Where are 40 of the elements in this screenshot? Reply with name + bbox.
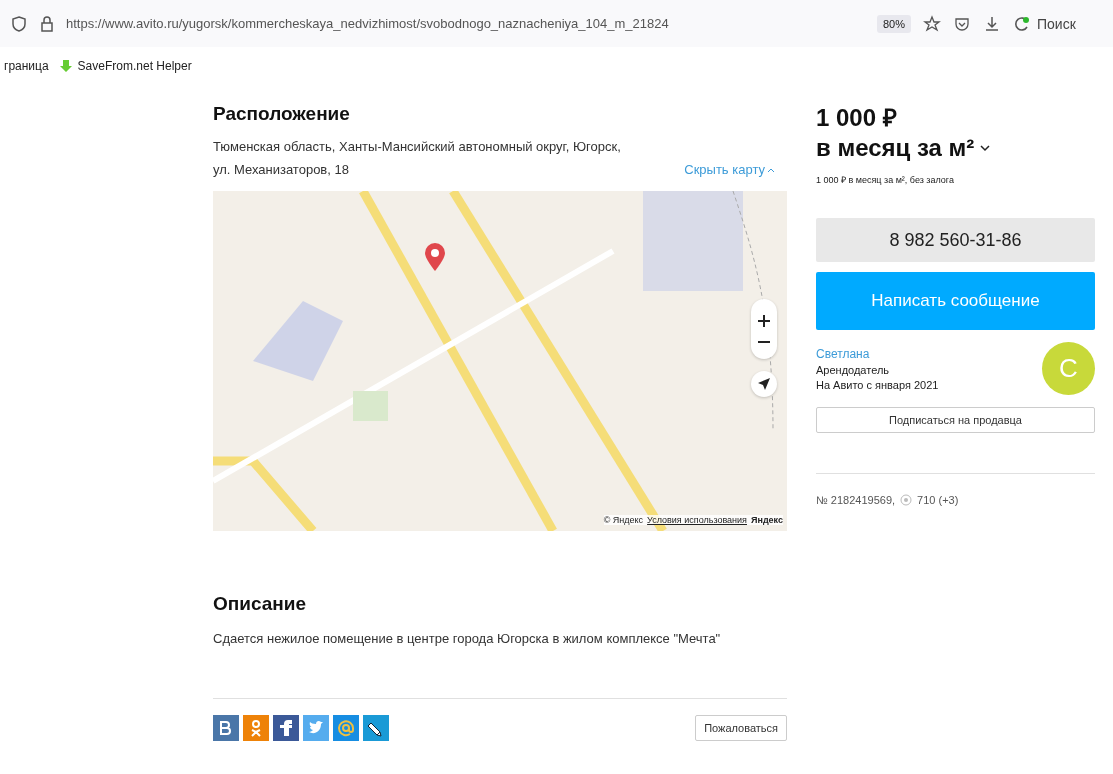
download-icon[interactable] (983, 14, 1001, 33)
seller-since: На Авито с января 2021 (816, 378, 939, 391)
zoom-control[interactable] (751, 299, 777, 359)
bookmark-item[interactable]: граница (4, 59, 49, 73)
phone-button[interactable]: 8 982 560-31-86 (816, 218, 1095, 262)
arrow-down-icon (58, 59, 73, 73)
lock-icon (38, 14, 56, 33)
map-attribution: © Яндекс (603, 515, 644, 525)
price-note: 1 000 ₽ в месяц за м², без залога (816, 174, 955, 186)
search-icon (1013, 14, 1031, 33)
letter-f-icon (277, 719, 295, 737)
zoom-out-icon[interactable] (757, 340, 771, 344)
seller-role: Арендодатель (816, 363, 891, 376)
address-text: ул. Механизаторов, 18 (213, 162, 350, 177)
view-count: 710 (+3) (917, 494, 959, 506)
bookmark-item[interactable]: SaveFrom.net Helper (58, 59, 192, 73)
location-pin-icon (425, 243, 445, 271)
subscribe-button[interactable]: Подписаться на продавца (816, 407, 1095, 433)
price: 1 000 ₽ (816, 103, 898, 133)
shield-icon (10, 14, 28, 33)
address-text: Тюменская область, Ханты-Мансийский автономный округ, Югорск, (213, 139, 621, 154)
search-button[interactable]: Поиск (1013, 14, 1103, 33)
listing-number: № 2182419569, (816, 494, 896, 506)
chevron-down-icon[interactable] (980, 144, 991, 152)
terms-link[interactable]: Условия использования (647, 515, 747, 525)
report-button[interactable]: Пожаловаться (695, 715, 787, 741)
eye-icon (900, 494, 913, 506)
zoom-in-icon[interactable] (757, 314, 771, 328)
star-icon[interactable] (923, 14, 941, 33)
map-logo: Яндекс (751, 515, 783, 525)
share-button[interactable] (273, 715, 299, 741)
address-bar-url[interactable]: https://www.avito.ru/yugorsk/kommercheskaya_nedvizhimost/svobodnogo_naznacheniya_104_m_21824 (66, 16, 669, 31)
at-sign-icon (337, 719, 355, 737)
price-unit[interactable]: в месяц за м² (816, 133, 975, 163)
share-button[interactable] (363, 715, 389, 741)
description-text: Сдается нежилое помещение в центре города Югорска в жилом комплексе "Мечта" (213, 631, 722, 646)
zoom-level-indicator[interactable]: 80% (876, 14, 911, 33)
section-title: Расположение (213, 103, 351, 125)
section-title: Описание (213, 593, 308, 615)
navigation-arrow-icon (758, 378, 770, 390)
